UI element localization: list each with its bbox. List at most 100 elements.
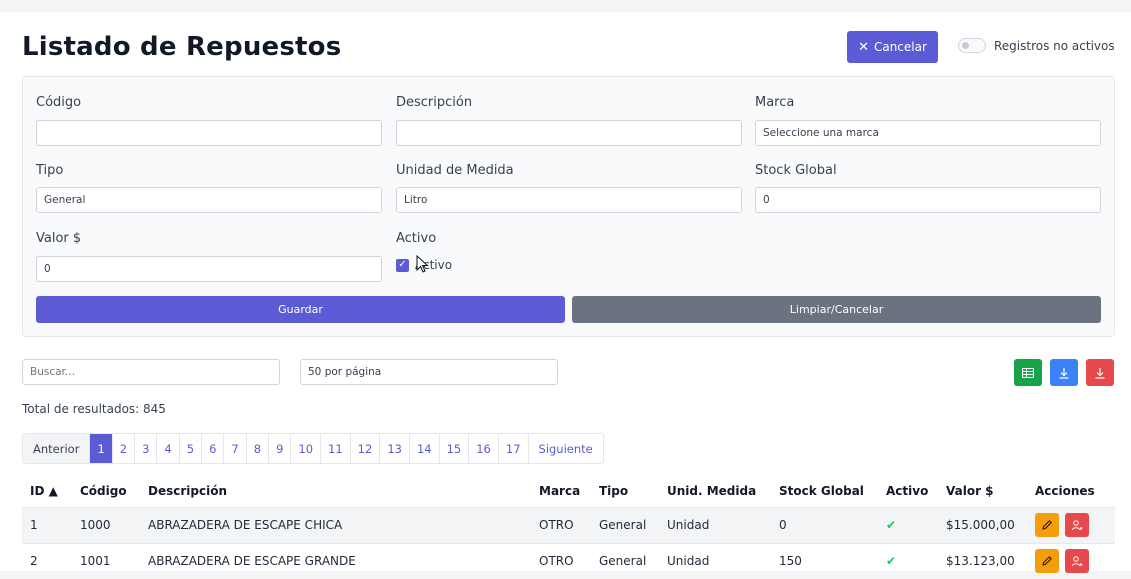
cell-stock: 0	[771, 506, 878, 543]
codigo-input[interactable]	[36, 120, 382, 146]
marca-select[interactable]	[755, 120, 1101, 146]
cancel-button-label: Cancelar	[873, 40, 927, 54]
col-acciones: Acciones	[1027, 475, 1115, 507]
cell-id: 2	[22, 542, 72, 579]
page: Listado de Repuestos ✕ Cancelar Registro…	[0, 0, 1131, 579]
edit-button[interactable]	[1035, 549, 1059, 574]
pagination: Anterior 1 2 3 4 5 6 7 8 9 10 11 12 13 1…	[22, 433, 604, 464]
activo-checkbox[interactable]: ✓	[396, 258, 409, 272]
export-csv-button[interactable]	[1050, 359, 1078, 386]
cell-codigo: 1000	[72, 506, 140, 543]
excel-icon	[1022, 367, 1034, 378]
col-descripcion[interactable]: Descripción	[140, 475, 531, 507]
deactivate-button[interactable]	[1065, 513, 1089, 537]
cell-stock: 150	[771, 542, 878, 579]
deactivate-button[interactable]	[1065, 549, 1089, 574]
descripcion-input[interactable]	[396, 120, 742, 146]
clear-cancel-button[interactable]: Limpiar/Cancelar	[572, 296, 1101, 323]
page-title: Listado de Repuestos	[22, 32, 342, 62]
col-stock[interactable]: Stock Global	[771, 475, 878, 507]
pagination-page[interactable]: 5	[180, 434, 203, 463]
cell-tipo: General	[591, 542, 659, 579]
user-remove-icon	[1072, 556, 1083, 567]
col-unidad[interactable]: Unid. Medida	[659, 475, 771, 507]
cell-descripcion: ABRAZADERA DE ESCAPE CHICA	[140, 506, 531, 543]
pagination-next[interactable]: Siguiente	[529, 434, 603, 463]
cell-valor: $13.123,00	[938, 542, 1027, 579]
cell-acciones	[1027, 542, 1115, 579]
export-pdf-button[interactable]	[1086, 359, 1114, 386]
cancel-button[interactable]: ✕ Cancelar	[847, 31, 938, 63]
parts-table: ID ▲ Código Descripción Marca Tipo Unid.…	[22, 475, 1115, 579]
download-icon	[1059, 367, 1069, 379]
save-button[interactable]: Guardar	[36, 296, 565, 323]
table-header-row: ID ▲ Código Descripción Marca Tipo Unid.…	[22, 475, 1115, 507]
pagination-page[interactable]: 3	[135, 434, 158, 463]
download-icon	[1095, 367, 1105, 379]
pagination-page[interactable]: 6	[202, 434, 225, 463]
cell-valor: $15.000,00	[938, 506, 1027, 543]
per-page-select[interactable]: 50 por página	[300, 359, 558, 385]
cell-codigo: 1001	[72, 542, 140, 579]
cell-activo: ✔	[878, 506, 938, 543]
top-strip	[0, 0, 1131, 12]
export-excel-button[interactable]	[1014, 359, 1042, 386]
pagination-page[interactable]: 12	[351, 434, 381, 463]
stock-input[interactable]	[755, 187, 1101, 213]
codigo-label: Código	[36, 95, 82, 110]
valor-input[interactable]	[36, 256, 382, 282]
col-id[interactable]: ID ▲	[22, 475, 72, 507]
pagination-page[interactable]: 11	[321, 434, 351, 463]
cell-marca: OTRO	[531, 506, 591, 543]
pagination-page[interactable]: 17	[499, 434, 529, 463]
toggle-label: Registros no activos	[994, 38, 1115, 53]
edit-button[interactable]	[1035, 513, 1059, 537]
table-row: 1 1000 ABRAZADERA DE ESCAPE CHICA OTRO G…	[22, 506, 1115, 543]
activo-label: Activo	[396, 231, 437, 246]
pagination-page[interactable]: 14	[410, 434, 440, 463]
cell-tipo: General	[591, 506, 659, 543]
pagination-page[interactable]: 10	[291, 434, 322, 463]
valor-label: Valor $	[36, 231, 82, 246]
pagination-page[interactable]: 13	[380, 434, 410, 463]
tipo-label: Tipo	[36, 163, 64, 178]
pagination-page[interactable]: 16	[469, 434, 499, 463]
pencil-icon	[1042, 556, 1052, 566]
pagination-page[interactable]: 4	[157, 434, 180, 463]
pagination-prev[interactable]: Anterior	[23, 434, 91, 463]
pagination-page[interactable]: 7	[224, 434, 247, 463]
cell-acciones	[1027, 506, 1115, 543]
cell-unidad: Unidad	[659, 542, 771, 579]
unidad-select[interactable]	[396, 187, 742, 213]
cell-marca: OTRO	[531, 542, 591, 579]
inactive-records-toggle[interactable]: Registros no activos	[958, 38, 1115, 53]
col-marca[interactable]: Marca	[531, 475, 591, 507]
pencil-icon	[1042, 520, 1052, 530]
pagination-page[interactable]: 1	[90, 434, 113, 463]
table-row: 2 1001 ABRAZADERA DE ESCAPE GRANDE OTRO …	[22, 542, 1115, 579]
unidad-label: Unidad de Medida	[396, 163, 514, 178]
col-codigo[interactable]: Código	[72, 475, 140, 507]
pagination-page[interactable]: 15	[440, 434, 470, 463]
pagination-page[interactable]: 2	[113, 434, 136, 463]
descripcion-label: Descripción	[396, 95, 473, 110]
toggle-knob	[962, 42, 969, 49]
cell-unidad: Unidad	[659, 506, 771, 543]
cell-descripcion: ABRAZADERA DE ESCAPE GRANDE	[140, 542, 531, 579]
tipo-select[interactable]	[36, 187, 382, 213]
toggle-switch[interactable]	[958, 38, 986, 53]
mouse-cursor-icon	[416, 255, 429, 273]
pagination-page[interactable]: 9	[269, 434, 292, 463]
search-input[interactable]	[22, 359, 280, 385]
marca-label: Marca	[755, 95, 795, 110]
check-icon: ✔	[886, 518, 897, 532]
pagination-page[interactable]: 8	[247, 434, 270, 463]
total-results: Total de resultados: 845	[22, 402, 166, 416]
cell-id: 1	[22, 506, 72, 543]
col-valor[interactable]: Valor $	[938, 475, 1027, 507]
user-remove-icon	[1072, 520, 1083, 531]
col-tipo[interactable]: Tipo	[591, 475, 659, 507]
cell-activo: ✔	[878, 542, 938, 579]
close-icon: ✕	[858, 39, 869, 55]
col-activo[interactable]: Activo	[878, 475, 938, 507]
